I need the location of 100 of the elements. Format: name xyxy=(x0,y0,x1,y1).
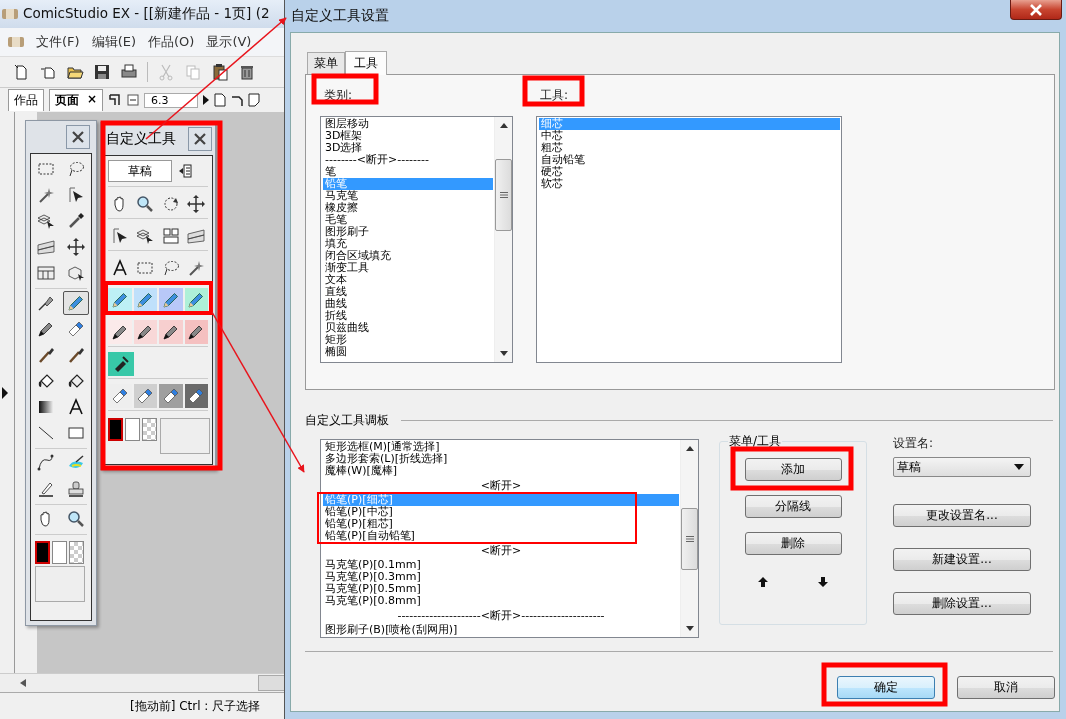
color-swatch[interactable] xyxy=(52,541,67,564)
separator-item[interactable]: <断开> xyxy=(478,477,524,494)
note-icon[interactable] xyxy=(248,93,261,107)
list-item[interactable]: 图形刷子(B)[喷枪(刮网用)] xyxy=(323,624,679,636)
menu-item[interactable]: 作品(O) xyxy=(148,33,195,51)
cancel-button[interactable]: 取消 xyxy=(957,676,1055,699)
list-item[interactable]: 折线 xyxy=(323,310,493,322)
palette-list[interactable] xyxy=(320,439,699,638)
tool-button[interactable] xyxy=(184,384,208,408)
list-item[interactable]: 铅笔(P)[中芯] xyxy=(323,506,679,518)
arrow-up-icon[interactable] xyxy=(758,577,768,587)
scroll-down-icon[interactable] xyxy=(499,351,508,356)
menu-icon[interactable] xyxy=(178,164,192,178)
print-icon[interactable] xyxy=(120,63,138,81)
menu-item[interactable]: 显示(V) xyxy=(206,33,252,51)
page-frame-icon[interactable] xyxy=(108,93,123,107)
scroll-up-icon[interactable] xyxy=(685,446,694,451)
scroll-down-icon[interactable] xyxy=(685,626,694,631)
dialog-button[interactable]: 删除 xyxy=(744,532,842,555)
menu-item[interactable]: 编辑(E) xyxy=(91,33,136,51)
tab[interactable]: 菜单 xyxy=(307,52,345,74)
list-item[interactable]: 硬芯 xyxy=(539,166,840,178)
list-item[interactable]: 魔棒(W)[魔棒] xyxy=(323,465,679,477)
new-page-icon[interactable] xyxy=(12,63,30,81)
color-swatch[interactable] xyxy=(108,418,123,441)
setting-name-dropdown[interactable]: 草稿 xyxy=(893,457,1031,477)
list-item[interactable]: 马克笔(P)[0.8mm] xyxy=(323,595,679,607)
menu-item[interactable]: 文件(F) xyxy=(36,33,80,51)
arrow-down-icon[interactable] xyxy=(818,577,828,587)
list-item[interactable]: 直线 xyxy=(323,286,493,298)
tab[interactable]: 工具 xyxy=(345,51,387,75)
close-button[interactable] xyxy=(1010,0,1062,20)
dropdown-arrow-icon[interactable] xyxy=(1014,464,1024,470)
save-icon[interactable] xyxy=(93,63,111,81)
document-tab[interactable]: 页面 × xyxy=(49,89,104,111)
list-item[interactable]: 渐变工具 xyxy=(323,262,493,274)
tab-close-button[interactable]: × xyxy=(87,92,98,109)
list-item[interactable]: 粗芯 xyxy=(539,142,840,154)
dialog-button[interactable]: 新建设置... xyxy=(893,548,1031,571)
setting-dropdown[interactable]: 草稿 xyxy=(108,160,172,182)
corner-icon[interactable] xyxy=(231,93,244,107)
scroll-up-icon[interactable] xyxy=(499,123,508,128)
list-item[interactable]: 图层移动 xyxy=(323,118,493,130)
minus-icon[interactable] xyxy=(127,94,140,106)
list-item[interactable]: 3D选择 xyxy=(323,142,493,154)
document-tab[interactable]: 作品 xyxy=(8,89,44,111)
category-list[interactable]: 图层移动 3D框架 3D选择 --------<断开>-------- 笔 铅笔 马克笔 橡皮擦 毛笔 图形刷子 填充 闭合区域填充 渐变工具 文本 直线 曲线 折线 贝兹曲线 矩形 椭圆 xyxy=(320,116,513,363)
color-swatch[interactable] xyxy=(35,541,50,564)
list-item[interactable]: 毛笔 xyxy=(323,214,493,226)
list-item[interactable]: 填充 xyxy=(323,238,493,250)
list-item[interactable]: 图形刷子 xyxy=(323,226,493,238)
trash-icon[interactable] xyxy=(238,63,256,81)
dialog-button[interactable]: 添加 xyxy=(744,458,842,481)
tool-button[interactable] xyxy=(108,352,134,376)
close-icon[interactable] xyxy=(66,125,90,149)
tool-button[interactable] xyxy=(184,320,208,344)
list-item[interactable]: 文本 xyxy=(323,274,493,286)
layers-icon xyxy=(136,227,155,245)
list-item[interactable]: 曲线 xyxy=(323,298,493,310)
separator-item[interactable]: <断开> xyxy=(478,542,524,559)
list-item[interactable]: 中芯 xyxy=(539,130,840,142)
tool-button[interactable] xyxy=(108,320,132,344)
list-item[interactable]: 矩形选框(M)[通常选择] xyxy=(323,441,679,453)
list-item[interactable]: 马克笔 xyxy=(323,190,493,202)
list-item[interactable]: 多边形套索(L)[折线选择] xyxy=(323,453,679,465)
list-item[interactable]: 马克笔(P)[0.1mm] xyxy=(323,559,679,571)
list-item[interactable]: 笔 xyxy=(323,166,493,178)
dialog-button[interactable]: 分隔线 xyxy=(744,495,842,518)
close-icon[interactable] xyxy=(188,127,212,151)
pencil-icon xyxy=(136,291,155,309)
color-swatch[interactable] xyxy=(69,541,84,564)
zoom-field[interactable]: 6.3 xyxy=(144,92,199,108)
list-item[interactable]: 3D框架 xyxy=(323,130,493,142)
dialog-button[interactable]: 删除设置... xyxy=(893,592,1031,615)
color-swatch[interactable] xyxy=(125,418,140,441)
list-item[interactable]: 铅笔(P)[粗芯] xyxy=(323,518,679,530)
list-item[interactable]: 橡皮擦 xyxy=(323,202,493,214)
triangle-right-icon[interactable] xyxy=(2,386,8,399)
list-item[interactable]: 铅笔(P)[自动铅笔] xyxy=(323,530,679,542)
triangle-right-icon[interactable] xyxy=(203,95,210,105)
tool-button[interactable] xyxy=(133,320,157,344)
list-item[interactable]: 闭合区域填充 xyxy=(323,250,493,262)
list-item[interactable]: 自动铅笔 xyxy=(539,154,840,166)
list-item[interactable]: 矩形 xyxy=(323,334,493,346)
list-item[interactable]: 椭圆 xyxy=(323,346,493,358)
clipboard-icon[interactable] xyxy=(211,63,229,81)
page-icon[interactable] xyxy=(214,93,227,107)
dialog-button[interactable]: 更改设置名... xyxy=(893,504,1031,527)
tool-list[interactable]: 细芯 中芯 粗芯 自动铅笔 硬芯 软芯 xyxy=(536,116,842,363)
list-item[interactable]: 软芯 xyxy=(539,178,840,190)
scroll-left-icon[interactable] xyxy=(20,679,26,687)
list-item[interactable]: 马克笔(P)[0.3mm] xyxy=(323,571,679,583)
tool-button[interactable] xyxy=(159,384,183,408)
separator-item[interactable]: ---------------------<断开>--------------------- xyxy=(395,607,607,624)
list-item[interactable]: --------<断开>-------- xyxy=(323,154,493,166)
tool-button[interactable] xyxy=(159,320,183,344)
list-item[interactable]: 马克笔(P)[0.5mm] xyxy=(323,583,679,595)
list-item[interactable]: 贝兹曲线 xyxy=(323,322,493,334)
ok-button[interactable]: 确定 xyxy=(837,676,935,699)
color-swatch[interactable] xyxy=(142,418,157,441)
